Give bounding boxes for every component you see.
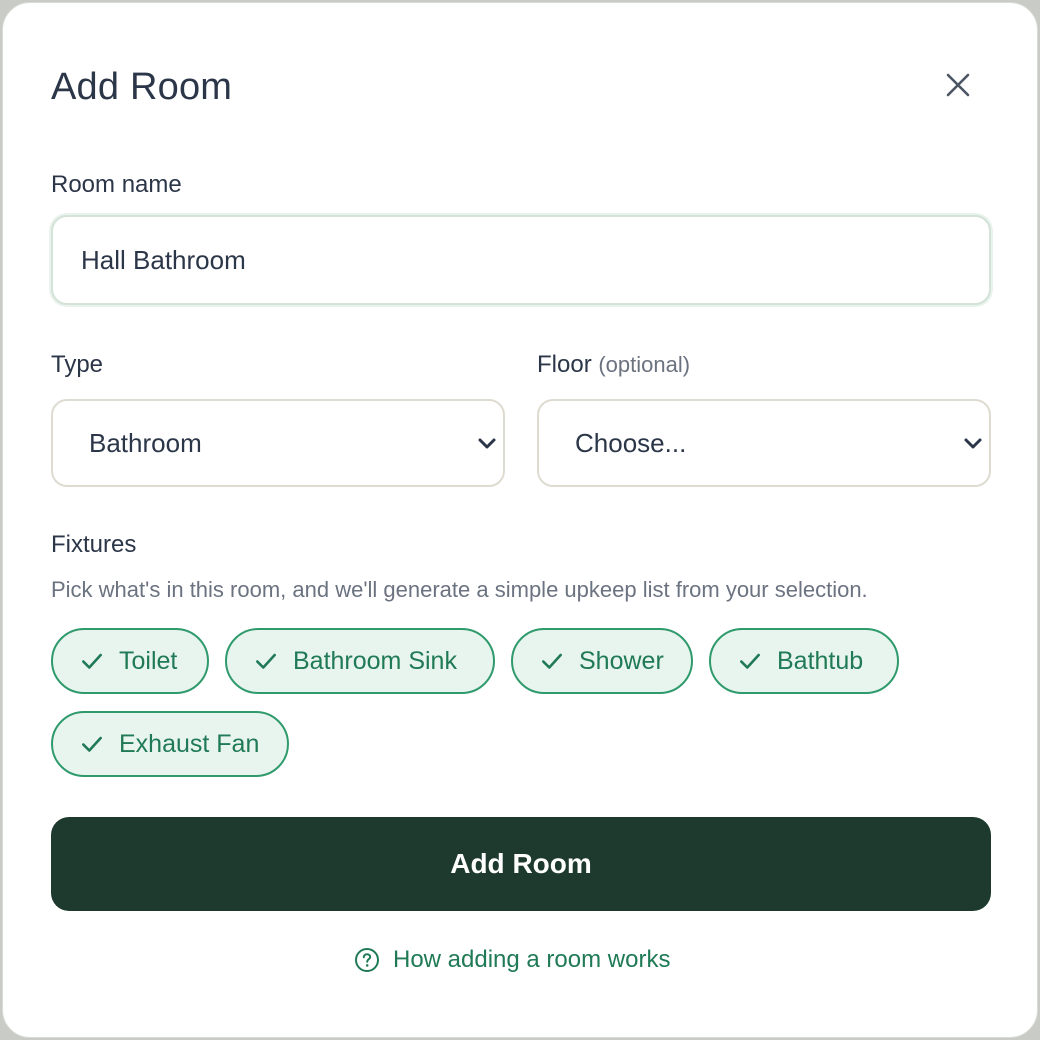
chip-label: Shower bbox=[579, 646, 664, 675]
fixtures-label: Fixtures bbox=[51, 531, 137, 558]
add-room-button[interactable]: Add Room bbox=[51, 817, 991, 911]
check-icon bbox=[740, 653, 760, 669]
room-name-input[interactable] bbox=[51, 215, 991, 305]
floor-select[interactable]: Choose... bbox=[537, 399, 991, 487]
fixture-chip-bathtub[interactable]: Bathtub bbox=[709, 628, 899, 694]
chip-label: Bathtub bbox=[777, 646, 864, 675]
check-icon bbox=[256, 653, 276, 669]
chevron-down-icon bbox=[478, 438, 496, 449]
floor-label-text: Floor bbox=[537, 351, 592, 378]
check-icon bbox=[542, 653, 562, 669]
type-selected-value: Bathroom bbox=[89, 427, 202, 458]
add-room-dialog: Add Room Room name Type Bathroom Floor (… bbox=[2, 2, 1038, 1038]
room-name-label: Room name bbox=[51, 171, 182, 198]
floor-selected-value: Choose... bbox=[575, 427, 687, 458]
chip-label: Bathroom Sink bbox=[293, 646, 457, 675]
close-icon bbox=[946, 73, 970, 97]
type-label: Type bbox=[51, 351, 104, 378]
chevron-down-icon bbox=[964, 438, 982, 449]
fixtures-helper-text: Pick what's in this room, and we'll gene… bbox=[51, 577, 868, 602]
help-link[interactable]: How adding a room works bbox=[353, 946, 670, 974]
fixture-chip-bathroom-sink[interactable]: Bathroom Sink bbox=[225, 628, 495, 694]
floor-optional-hint: (optional) bbox=[598, 352, 691, 377]
fixture-chip-toilet[interactable]: Toilet bbox=[51, 628, 209, 694]
help-link-text: How adding a room works bbox=[393, 946, 671, 973]
close-button[interactable] bbox=[936, 63, 980, 107]
floor-label: Floor (optional) bbox=[537, 349, 690, 381]
chip-label: Exhaust Fan bbox=[119, 729, 260, 758]
question-circle-icon bbox=[355, 948, 379, 972]
dialog-title: Add Room bbox=[51, 66, 233, 108]
fixture-chip-shower[interactable]: Shower bbox=[511, 628, 693, 694]
check-icon bbox=[82, 653, 102, 669]
type-select[interactable]: Bathroom bbox=[51, 399, 505, 487]
check-icon bbox=[82, 736, 102, 752]
chip-label: Toilet bbox=[119, 646, 178, 675]
fixture-chip-exhaust-fan[interactable]: Exhaust Fan bbox=[51, 711, 289, 777]
